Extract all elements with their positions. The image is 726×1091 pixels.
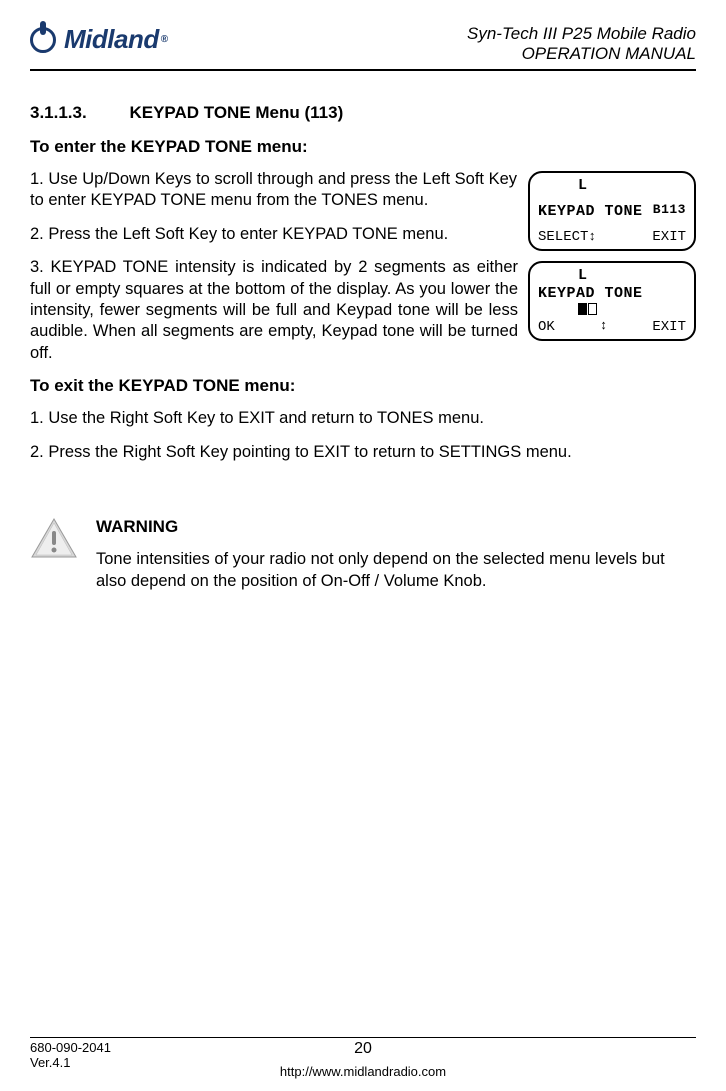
lcd2-segments	[538, 302, 686, 318]
step-3: 3. KEYPAD TONE intensity is indicated by…	[30, 257, 518, 364]
lcd-screen-2: L KEYPAD TONE OK ↕ EXIT	[528, 261, 696, 341]
lcd1-arrows-icon: ↕	[588, 229, 596, 244]
enter-subheading: To enter the KEYPAD TONE menu:	[30, 137, 696, 157]
section-heading: 3.1.1.3. KEYPAD TONE Menu (113)	[30, 103, 696, 123]
title-line-1: Syn-Tech III P25 Mobile Radio	[467, 24, 696, 44]
lcd2-arrows-icon: ↕	[600, 319, 608, 335]
warning-block: WARNING Tone intensities of your radio n…	[30, 517, 696, 592]
exit-step-1: 1. Use the Right Soft Key to EXIT and re…	[30, 408, 696, 429]
warning-heading: WARNING	[96, 517, 696, 537]
lcd1-right-soft: EXIT	[652, 229, 686, 245]
title-line-2: OPERATION MANUAL	[467, 44, 696, 64]
lcd2-left-soft: OK	[538, 319, 555, 335]
segment-empty-icon	[588, 303, 597, 315]
document-title: Syn-Tech III P25 Mobile Radio OPERATION …	[467, 24, 696, 65]
logo-text: Midland	[64, 24, 159, 55]
step-1: 1. Use Up/Down Keys to scroll through an…	[30, 169, 518, 212]
section-number: 3.1.1.3.	[30, 103, 87, 123]
warning-text: WARNING Tone intensities of your radio n…	[96, 517, 696, 592]
footer-url: http://www.midlandradio.com	[30, 1064, 696, 1079]
segment-full-icon	[578, 303, 587, 315]
page-header: Midland ® Syn-Tech III P25 Mobile Radio …	[30, 24, 696, 71]
lcd1-code: B113	[653, 203, 686, 220]
lcd2-right-soft: EXIT	[652, 319, 686, 335]
exit-subheading: To exit the KEYPAD TONE menu:	[30, 376, 696, 396]
version: Ver.4.1	[30, 1055, 111, 1071]
lcd2-l-indicator: L	[578, 267, 587, 284]
page-footer: 680-090-2041 Ver.4.1 20 http://www.midla…	[30, 1037, 696, 1071]
page-number: 20	[30, 1040, 696, 1058]
lcd1-left-soft: SELECT↕	[538, 229, 596, 245]
footer-left: 680-090-2041 Ver.4.1	[30, 1040, 111, 1071]
midland-logo: Midland ®	[30, 24, 168, 55]
step-2: 2. Press the Left Soft Key to enter KEYP…	[30, 224, 518, 245]
doc-number: 680-090-2041	[30, 1040, 111, 1056]
exit-step-2: 2. Press the Right Soft Key pointing to …	[30, 442, 696, 463]
lcd-column: L KEYPAD TONE B113 SELECT↕ EXIT L KEYPAD…	[528, 169, 696, 377]
lcd1-l-indicator: L	[578, 177, 587, 194]
content-with-lcd: 1. Use Up/Down Keys to scroll through an…	[30, 169, 696, 377]
text-column: 1. Use Up/Down Keys to scroll through an…	[30, 169, 518, 377]
logo-icon	[30, 27, 60, 53]
lcd-screen-1: L KEYPAD TONE B113 SELECT↕ EXIT	[528, 171, 696, 251]
registered-mark: ®	[161, 34, 168, 45]
section-title: KEYPAD TONE Menu (113)	[129, 103, 343, 122]
warning-body: Tone intensities of your radio not only …	[96, 549, 696, 592]
lcd2-main-text: KEYPAD TONE	[538, 285, 643, 302]
warning-icon	[30, 517, 78, 565]
lcd1-main-text: KEYPAD TONE	[538, 203, 643, 220]
